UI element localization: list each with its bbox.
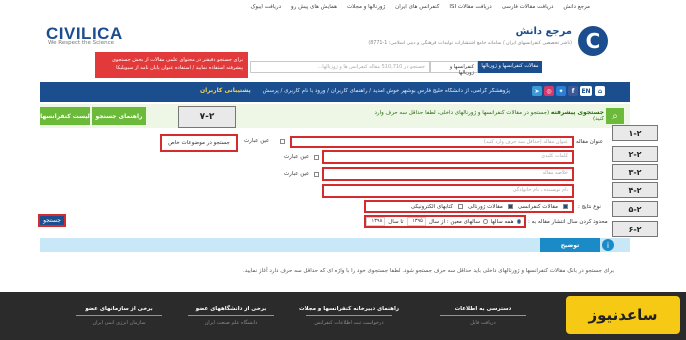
facebook-icon[interactable]: f bbox=[568, 86, 578, 96]
journal-articles-checkbox[interactable] bbox=[507, 204, 513, 209]
annotation-badge-6-2: ۶-۲ bbox=[612, 221, 658, 237]
topnav-item[interactable]: ژورنالها و مجلات bbox=[347, 4, 385, 10]
footer-link[interactable]: دانشگاه علم صنعت ایران bbox=[168, 320, 294, 326]
specific-years-radio[interactable] bbox=[483, 219, 488, 224]
footer-divider bbox=[76, 315, 162, 316]
abstract-input[interactable]: خلاصه مقاله bbox=[322, 167, 574, 181]
conference-list-button[interactable]: لیست کنفرانسها bbox=[40, 107, 90, 125]
result-type-group: مقالات کنفرانسی مقالات ژورنالی کتابهای ا… bbox=[364, 200, 574, 213]
telegram-icon[interactable]: ➤ bbox=[532, 86, 542, 96]
conf-articles-checkbox[interactable] bbox=[563, 204, 568, 209]
top-nav: مرجع دانش دریافت مقالات فارسی دریافت مقا… bbox=[40, 0, 630, 14]
footer-column: راهنمای دبیرخانه کنفرانسها و مجلات درخوا… bbox=[286, 306, 412, 326]
keywords-input[interactable]: کلمات کلیدی bbox=[322, 150, 574, 164]
year-from-select[interactable]: ۱۳۹۵ bbox=[406, 217, 426, 226]
annotation-badge-4-2: ۴-۲ bbox=[612, 182, 658, 198]
annotation-badge-3-2: ۳-۲ bbox=[612, 164, 658, 180]
advanced-search-title: جستجوی پیشرفته (جستجو در مقالات کنفرانسه… bbox=[370, 109, 604, 122]
advanced-search-heading: جستجوی پیشرفته bbox=[550, 109, 604, 116]
year-filter-label: محدود کردن سال انتشار مقاله به : bbox=[528, 219, 608, 225]
year-to-select[interactable]: ۱۳۹۸ bbox=[366, 217, 386, 226]
footer-column-title: راهنمای دبیرخانه کنفرانسها و مجلات bbox=[298, 306, 400, 312]
title-input[interactable]: عنوان مقاله (حداقل سه حرف وارد کنید) bbox=[290, 136, 574, 148]
footer-link[interactable]: سازمان انرژی اتمی ایران bbox=[56, 320, 182, 326]
twitter-icon[interactable]: ✦ bbox=[556, 86, 566, 96]
footer-column: دسترسی به اطلاعات دریافت فایل bbox=[420, 306, 546, 326]
search-icon: ⌕ bbox=[606, 108, 624, 124]
annotation-badge-7-2: ۷-۲ bbox=[178, 106, 236, 128]
footer-column-title: برخی از سازمانهای عضو bbox=[85, 306, 153, 312]
exact-phrase-label-3: عین عبارت bbox=[284, 171, 310, 177]
home-icon[interactable]: ⌂ bbox=[595, 86, 605, 96]
search-guide-button[interactable]: راهنمای جستجو bbox=[92, 107, 146, 125]
topnav-item[interactable]: مرجع دانش bbox=[563, 4, 590, 10]
exact-phrase-checkbox-2[interactable] bbox=[314, 155, 319, 160]
annotation-badge-1-2: ۱-۲ bbox=[612, 125, 658, 141]
lang-en-button[interactable]: EN bbox=[580, 86, 592, 96]
help-toggle-button[interactable]: توضیح bbox=[540, 238, 600, 252]
instagram-icon[interactable]: ◎ bbox=[544, 86, 554, 96]
ebooks-label: کتابهای الکترونیکی bbox=[410, 203, 453, 210]
topnav-item[interactable]: همایش های پیش رو bbox=[291, 4, 337, 10]
submit-search-button[interactable]: جستجو bbox=[38, 214, 66, 227]
brand-tagline-fa: (ناشر تخصصی کنفرانسهای ایران / سامانه جا… bbox=[368, 41, 572, 46]
civilica-tagline: We Respect the Science bbox=[48, 40, 114, 46]
exact-phrase-checkbox-3[interactable] bbox=[314, 172, 319, 177]
specific-years-label: سالهای معین : از سال bbox=[428, 218, 481, 225]
special-topics-link[interactable]: جستجو در موضوعات خاص bbox=[160, 134, 238, 152]
footer-link[interactable]: دریافت فایل bbox=[420, 320, 546, 326]
info-icon[interactable]: i bbox=[602, 239, 614, 251]
footer-column: برخی از سازمانهای عضو سازمان انرژی اتمی … bbox=[56, 306, 182, 326]
special-topics-label: جستجو در موضوعات خاص bbox=[168, 140, 230, 146]
all-years-label: همه سالها bbox=[490, 218, 514, 225]
topnav-item[interactable]: کنفرانس های ایران bbox=[395, 4, 439, 10]
footer-divider bbox=[188, 315, 274, 316]
year-filter-group: همه سالها سالهای معین : از سال ۱۳۹۵ تا س… bbox=[364, 215, 526, 228]
exact-phrase-label-2: عین عبارت bbox=[284, 154, 310, 160]
search-scope-button[interactable]: مقالات کنفرانسها و ژورنالها bbox=[478, 61, 542, 73]
topnav-item[interactable]: دریافت ایبوک bbox=[250, 4, 281, 10]
footer-link[interactable]: درخواست ثبت اطلاعات کنفرانس bbox=[286, 320, 412, 326]
footer-divider bbox=[440, 315, 526, 316]
annotation-badge-5-2: ۵-۲ bbox=[612, 201, 658, 217]
ebooks-checkbox[interactable] bbox=[457, 204, 463, 209]
global-search-input[interactable]: جستجو در 510,710 مقاله کنفرانس ها و ژورن… bbox=[250, 61, 430, 73]
civilica-c-icon[interactable]: C bbox=[578, 26, 608, 56]
brand-name-fa: مرجع دانش bbox=[515, 26, 572, 37]
year-to-label: تا سال bbox=[388, 218, 404, 225]
result-type-label: نوع نتایج : bbox=[578, 204, 601, 210]
help-text: برای جستجو در بانک مقالات کنفرانسها و ژو… bbox=[242, 268, 614, 274]
footer-column-title: برخی از دانشگاههای عضو bbox=[195, 306, 267, 312]
exact-phrase-checkbox[interactable] bbox=[280, 139, 285, 144]
annotation-badge-2-2: ۲-۲ bbox=[612, 146, 658, 162]
author-input[interactable]: نام نویسنده ، نام خانوادگی bbox=[322, 184, 574, 198]
title-label: عنوان مقاله bbox=[576, 139, 604, 145]
topnav-item[interactable]: دریافت مقالات ISI bbox=[449, 4, 491, 10]
welcome-text: پژوهشگر گرامی، از دانشگاه خلیج فارس بوشه… bbox=[262, 88, 510, 94]
topnav-item[interactable]: دریافت مقالات فارسی bbox=[502, 4, 554, 10]
exact-phrase-label: عین عبارت bbox=[244, 138, 270, 144]
promo-banner[interactable]: برای جستجو دقیقتر در محتوای علمی مقالات … bbox=[95, 52, 248, 78]
journal-articles-label: مقالات ژورنالی bbox=[467, 203, 503, 210]
footer-divider bbox=[306, 315, 392, 316]
footer-column-title: دسترسی به اطلاعات bbox=[454, 306, 512, 312]
conf-articles-label: مقالات کنفرانسی bbox=[517, 203, 558, 210]
search-category-select[interactable]: کنفرانسها و ژورنالها bbox=[430, 61, 478, 76]
all-years-radio[interactable] bbox=[516, 219, 521, 224]
saednews-watermark: ساعدنیوز bbox=[566, 296, 680, 334]
footer-column: برخی از دانشگاههای عضو دانشگاه علم صنعت … bbox=[168, 306, 294, 326]
